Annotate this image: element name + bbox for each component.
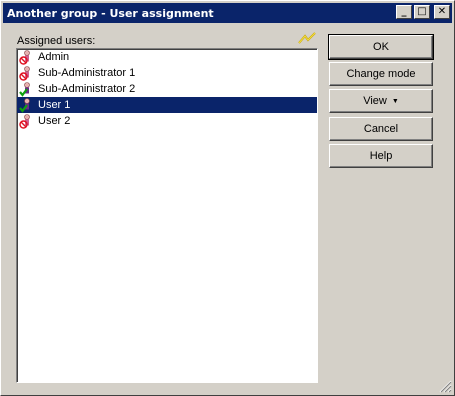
close-icon: ✕ (437, 6, 447, 17)
change-mode-button[interactable]: Change mode (329, 62, 433, 86)
user-name: Admin (38, 51, 70, 63)
view-button-label: View (363, 95, 387, 107)
window-title: Another group - User assignment (7, 6, 214, 20)
minimize-button[interactable]: _ (396, 5, 412, 19)
ok-button[interactable]: OK (328, 34, 434, 60)
cancel-button[interactable]: Cancel (329, 117, 433, 141)
user-denied-icon (19, 66, 30, 81)
change-mode-button-label: Change mode (346, 68, 416, 80)
user-name: Sub-Administrator 1 (38, 67, 136, 79)
list-item[interactable]: User 1 (17, 97, 317, 113)
resize-grip-icon[interactable] (439, 380, 452, 393)
chevron-down-icon: ▼ (391, 97, 399, 105)
list-item[interactable]: Sub-Administrator 1 (17, 65, 317, 81)
list-item[interactable]: User 2 (17, 113, 317, 129)
user-denied-icon (19, 50, 30, 65)
title-bar[interactable]: Another group - User assignment _ □ ✕ (3, 3, 452, 23)
maximize-button[interactable]: □ (414, 5, 430, 19)
user-denied-icon (19, 114, 30, 129)
help-button[interactable]: Help (329, 144, 433, 168)
maximize-icon: □ (417, 6, 427, 17)
assigned-users-list[interactable]: Admin Sub-Administrator 1 Sub-Administrato… (16, 48, 318, 383)
list-item[interactable]: Admin (17, 49, 317, 65)
user-allowed-icon (19, 82, 30, 97)
assigned-users-label: Assigned users: (17, 35, 96, 47)
cancel-button-label: Cancel (363, 123, 399, 135)
user-name: Sub-Administrator 2 (38, 83, 136, 95)
close-button[interactable]: ✕ (434, 5, 450, 19)
view-button[interactable]: View ▼ (329, 89, 433, 113)
user-allowed-icon (19, 98, 30, 113)
lightning-icon[interactable] (298, 32, 316, 44)
window-controls: _ □ ✕ (396, 5, 450, 19)
minimize-icon: _ (401, 6, 407, 17)
list-item[interactable]: Sub-Administrator 2 (17, 81, 317, 97)
user-assignment-dialog: Another group - User assignment _ □ ✕ As… (0, 0, 455, 396)
user-name: User 1 (38, 99, 71, 111)
help-button-label: Help (369, 150, 393, 162)
ok-button-label: OK (373, 41, 389, 53)
user-name: User 2 (38, 115, 71, 127)
